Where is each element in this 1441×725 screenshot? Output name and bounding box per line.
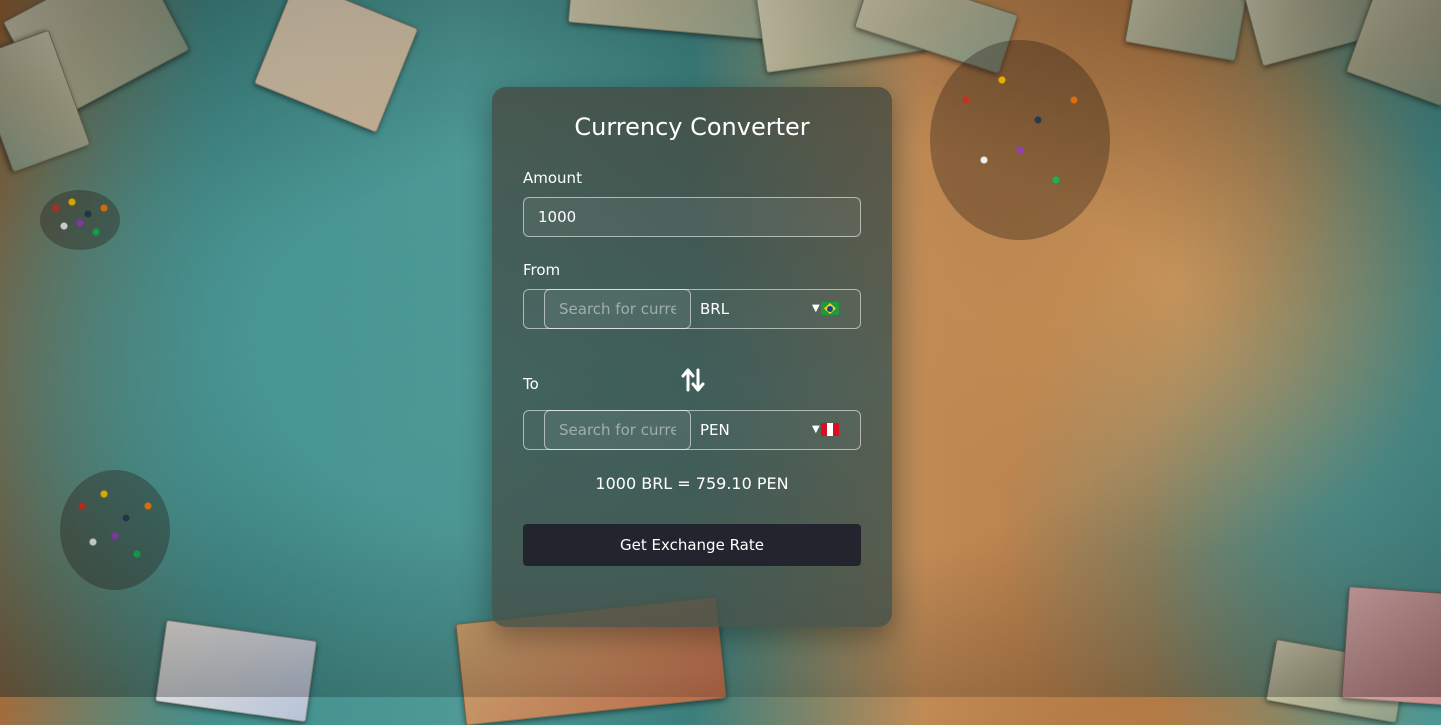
- chevron-down-icon: ▼: [812, 303, 820, 314]
- map-pins-cluster: [40, 190, 120, 250]
- from-label: From: [523, 261, 561, 279]
- swap-section: To: [523, 329, 861, 394]
- swap-arrows-icon: [681, 368, 705, 392]
- to-currency-code: PEN: [700, 421, 730, 439]
- amount-input[interactable]: [523, 197, 861, 237]
- currency-converter-card: Currency Converter Amount From BRL ▼ To …: [492, 87, 892, 627]
- conversion-result: 1000 BRL = 759.10 PEN: [595, 474, 789, 493]
- chevron-down-icon: ▼: [812, 424, 820, 435]
- peru-flag-icon: [821, 423, 839, 436]
- page-title: Currency Converter: [574, 113, 810, 141]
- to-currency-select[interactable]: PEN ▼: [523, 410, 861, 450]
- to-label: To: [523, 375, 539, 393]
- map-pins-cluster: [60, 470, 170, 590]
- to-currency-search-input[interactable]: [544, 410, 691, 450]
- banknote-image: [1124, 0, 1248, 62]
- brazil-flag-icon: [821, 302, 839, 315]
- from-currency-select[interactable]: BRL ▼: [523, 289, 861, 329]
- banknote-image: [253, 0, 419, 133]
- swap-currencies-button[interactable]: [680, 366, 706, 394]
- banknote-image: [155, 619, 317, 723]
- from-currency-search-input[interactable]: [544, 289, 691, 329]
- banknote-image: [1341, 586, 1441, 706]
- amount-label: Amount: [523, 169, 582, 187]
- get-exchange-rate-button[interactable]: Get Exchange Rate: [523, 524, 861, 566]
- map-pins-cluster: [930, 40, 1110, 240]
- from-currency-code: BRL: [700, 300, 730, 318]
